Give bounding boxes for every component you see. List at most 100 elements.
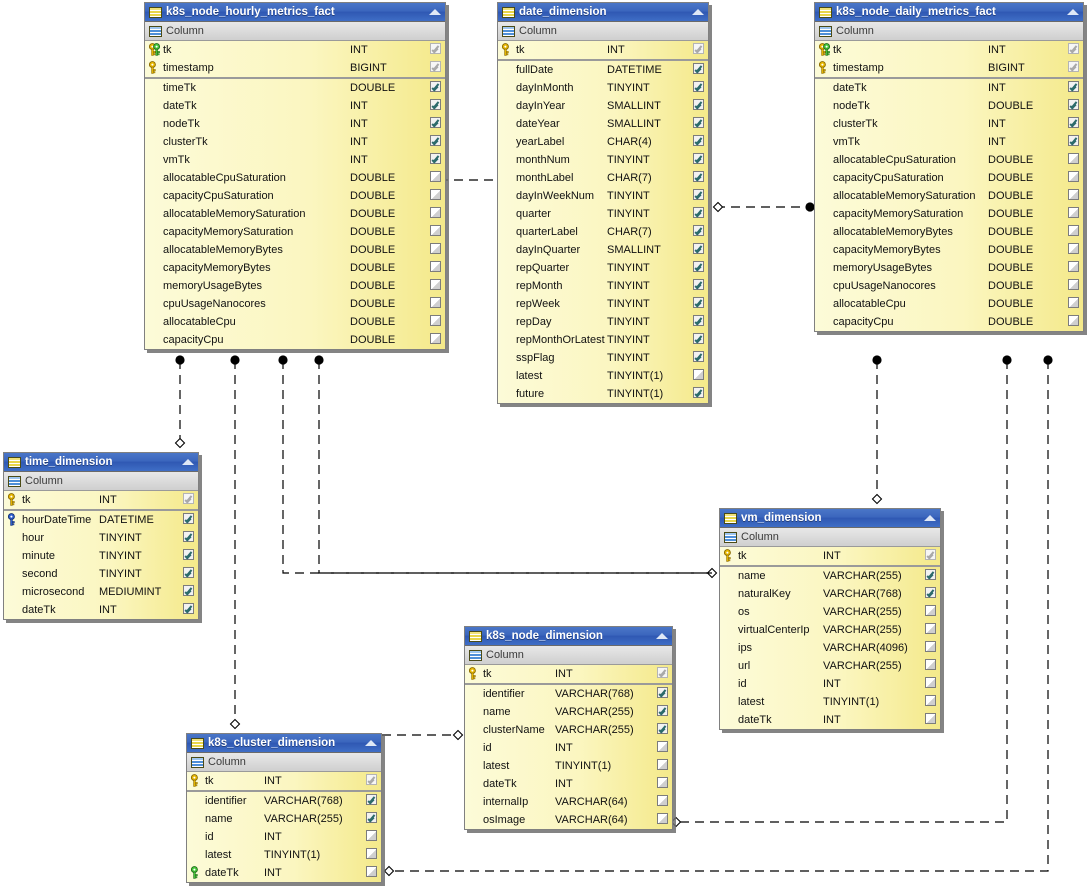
column-row[interactable]: latest TINYINT(1) — [720, 693, 940, 711]
table-title-bar[interactable]: k8s_node_daily_metrics_fact — [815, 3, 1083, 22]
column-checkbox[interactable] — [693, 117, 706, 131]
column-checkbox[interactable] — [1068, 297, 1081, 311]
column-checkbox[interactable] — [366, 794, 379, 808]
column-row[interactable]: capacityMemoryBytes DOUBLE — [145, 259, 445, 277]
column-row[interactable]: latest TINYINT(1) — [187, 846, 381, 864]
column-row[interactable]: allocatableCpuSaturation DOUBLE — [815, 151, 1083, 169]
column-checkbox[interactable] — [430, 207, 443, 221]
column-row[interactable]: osImage VARCHAR(64) — [465, 811, 672, 829]
column-checkbox[interactable] — [1068, 243, 1081, 257]
column-row[interactable]: cpuUsageNanocores DOUBLE — [815, 277, 1083, 295]
column-checkbox[interactable] — [366, 866, 379, 880]
column-checkbox[interactable] — [1068, 225, 1081, 239]
column-checkbox[interactable] — [430, 117, 443, 131]
column-row[interactable]: sspFlag TINYINT — [498, 349, 708, 367]
column-row[interactable]: tk INT — [4, 491, 198, 509]
column-checkbox[interactable] — [693, 153, 706, 167]
table-title-bar[interactable]: date_dimension — [498, 3, 708, 22]
column-row[interactable]: dayInYear SMALLINT — [498, 97, 708, 115]
column-checkbox[interactable] — [693, 315, 706, 329]
column-row[interactable]: allocatableMemoryBytes DOUBLE — [815, 223, 1083, 241]
column-row[interactable]: fullDate DATETIME — [498, 61, 708, 79]
column-row[interactable]: capacityCpu DOUBLE — [815, 313, 1083, 331]
column-checkbox[interactable] — [925, 623, 938, 637]
column-checkbox[interactable] — [693, 333, 706, 347]
column-checkbox[interactable] — [925, 605, 938, 619]
relationship-rel-date-daily[interactable] — [712, 201, 815, 213]
column-row[interactable]: yearLabel CHAR(4) — [498, 133, 708, 151]
column-row[interactable]: tk INT — [498, 41, 708, 59]
column-checkbox[interactable] — [1068, 117, 1081, 131]
column-checkbox[interactable] — [657, 777, 670, 791]
collapse-triangle-icon[interactable] — [181, 456, 195, 468]
table-title-bar[interactable]: k8s_node_hourly_metrics_fact — [145, 3, 445, 22]
column-row[interactable]: dateTk INT — [720, 711, 940, 729]
column-checkbox[interactable] — [183, 549, 196, 563]
column-checkbox[interactable] — [430, 171, 443, 185]
column-checkbox[interactable] — [430, 225, 443, 239]
column-row[interactable]: virtualCenterIp VARCHAR(255) — [720, 621, 940, 639]
column-row[interactable]: timeTk DOUBLE — [145, 79, 445, 97]
column-checkbox[interactable] — [657, 741, 670, 755]
column-checkbox[interactable] — [657, 795, 670, 809]
column-row[interactable]: allocatableCpuSaturation DOUBLE — [145, 169, 445, 187]
column-checkbox[interactable] — [693, 135, 706, 149]
column-checkbox[interactable] — [430, 261, 443, 275]
column-row[interactable]: dateTk INT — [815, 79, 1083, 97]
column-row[interactable]: internalIp VARCHAR(64) — [465, 793, 672, 811]
column-checkbox[interactable] — [693, 189, 706, 203]
column-row[interactable]: timestamp BIGINT — [145, 59, 445, 77]
column-row[interactable]: repMonthOrLatest TINYINT — [498, 331, 708, 349]
collapse-triangle-icon[interactable] — [691, 6, 705, 18]
column-checkbox[interactable] — [925, 569, 938, 583]
column-checkbox[interactable] — [693, 243, 706, 257]
column-checkbox[interactable] — [693, 225, 706, 239]
column-row[interactable]: vmTk INT — [145, 151, 445, 169]
table-node-k8s_node_hourly_metrics_fact[interactable]: k8s_node_hourly_metrics_fact Column tk INT t… — [144, 2, 446, 350]
column-row[interactable]: vmTk INT — [815, 133, 1083, 151]
column-row[interactable]: repQuarter TINYINT — [498, 259, 708, 277]
column-checkbox[interactable] — [693, 351, 706, 365]
column-checkbox[interactable] — [1068, 153, 1081, 167]
column-row[interactable]: name VARCHAR(255) — [187, 810, 381, 828]
column-row[interactable]: id INT — [720, 675, 940, 693]
column-checkbox[interactable] — [366, 848, 379, 862]
column-row[interactable]: name VARCHAR(255) — [465, 703, 672, 721]
column-row[interactable]: clusterTk INT — [815, 115, 1083, 133]
column-row[interactable]: allocatableMemorySaturation DOUBLE — [145, 205, 445, 223]
column-checkbox[interactable] — [925, 713, 938, 727]
relationship-rel-hourly-cluster[interactable] — [229, 355, 241, 730]
column-row[interactable]: dayInQuarter SMALLINT — [498, 241, 708, 259]
column-row[interactable]: hour TINYINT — [4, 529, 198, 547]
column-row[interactable]: dateYear SMALLINT — [498, 115, 708, 133]
column-checkbox[interactable] — [430, 81, 443, 95]
column-row[interactable]: quarter TINYINT — [498, 205, 708, 223]
column-checkbox[interactable] — [430, 315, 443, 329]
column-row[interactable]: latest TINYINT(1) — [498, 367, 708, 385]
column-checkbox[interactable] — [183, 585, 196, 599]
column-checkbox[interactable] — [693, 369, 706, 383]
column-row[interactable]: clusterTk INT — [145, 133, 445, 151]
column-checkbox[interactable] — [925, 641, 938, 655]
column-row[interactable]: monthLabel CHAR(7) — [498, 169, 708, 187]
column-checkbox[interactable] — [1068, 207, 1081, 221]
column-checkbox[interactable] — [925, 695, 938, 709]
table-node-k8s_node_daily_metrics_fact[interactable]: k8s_node_daily_metrics_fact Column tk INT ti… — [814, 2, 1084, 332]
column-checkbox[interactable] — [693, 207, 706, 221]
column-checkbox[interactable] — [693, 63, 706, 77]
column-checkbox[interactable] — [183, 531, 196, 545]
column-row[interactable]: dateTk INT — [465, 775, 672, 793]
table-title-bar[interactable]: time_dimension — [4, 453, 198, 472]
column-row[interactable]: repWeek TINYINT — [498, 295, 708, 313]
column-checkbox[interactable] — [925, 677, 938, 691]
column-checkbox[interactable] — [430, 243, 443, 257]
column-checkbox[interactable] — [430, 297, 443, 311]
column-checkbox[interactable] — [1068, 81, 1081, 95]
column-row[interactable]: memoryUsageBytes DOUBLE — [815, 259, 1083, 277]
column-row[interactable]: minute TINYINT — [4, 547, 198, 565]
column-row[interactable]: repMonth TINYINT — [498, 277, 708, 295]
column-checkbox[interactable] — [1068, 189, 1081, 203]
column-row[interactable]: identifier VARCHAR(768) — [465, 685, 672, 703]
column-checkbox[interactable] — [430, 279, 443, 293]
column-checkbox[interactable] — [693, 171, 706, 185]
